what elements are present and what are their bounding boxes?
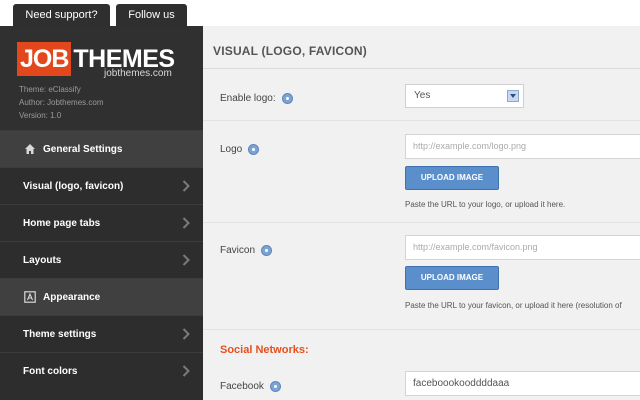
logo-label-text: Logo xyxy=(220,144,243,155)
sidebar-section-appearance[interactable]: Appearance xyxy=(0,278,203,315)
sidebar-item-label: Theme settings xyxy=(23,328,97,340)
theme-version: Version: 1.0 xyxy=(19,111,62,120)
enable-logo-value: Yes xyxy=(414,90,431,101)
sidebar-item-font-colors[interactable]: Font colors xyxy=(0,352,203,389)
sidebar-item-visual[interactable]: Visual (logo, favicon) xyxy=(0,167,203,204)
sidebar-item-label: Layouts xyxy=(23,254,62,266)
sidebar-item-layouts[interactable]: Layouts xyxy=(0,241,203,278)
appearance-icon xyxy=(24,291,36,303)
chevron-right-icon xyxy=(182,365,190,377)
sidebar-item-home-page-tabs[interactable]: Home page tabs xyxy=(0,204,203,241)
theme-name: Theme: eClassify xyxy=(19,85,81,94)
upload-favicon-button[interactable]: UPLOAD IMAGE xyxy=(405,266,499,290)
enable-logo-select[interactable]: Yes xyxy=(405,84,524,108)
help-icon[interactable] xyxy=(269,381,281,392)
enable-logo-label-text: Enable logo: xyxy=(220,93,276,104)
help-icon[interactable] xyxy=(281,93,293,104)
enable-logo-label: Enable logo: xyxy=(220,93,293,104)
social-networks-heading: Social Networks: xyxy=(220,344,309,356)
chevron-right-icon xyxy=(182,217,190,229)
sidebar-item-label: Font colors xyxy=(23,365,78,377)
favicon-url-input[interactable]: http://example.com/favicon.png xyxy=(405,235,640,260)
facebook-label: Facebook xyxy=(220,381,281,392)
row-divider xyxy=(203,120,640,121)
row-divider xyxy=(203,329,640,330)
facebook-label-text: Facebook xyxy=(220,381,264,392)
logo-url-input[interactable]: http://example.com/logo.png xyxy=(405,134,640,159)
favicon-label: Favicon xyxy=(220,245,273,256)
home-icon xyxy=(25,144,35,154)
sidebar-item-theme-settings[interactable]: Theme settings xyxy=(0,315,203,352)
chevron-down-icon[interactable] xyxy=(507,90,519,102)
favicon-label-text: Favicon xyxy=(220,245,256,256)
chevron-right-icon xyxy=(182,328,190,340)
settings-panel: VISUAL (LOGO, FAVICON) Enable logo: Yes … xyxy=(203,26,640,400)
row-divider xyxy=(203,222,640,223)
help-icon[interactable] xyxy=(261,245,273,256)
chevron-right-icon xyxy=(182,180,190,192)
logo-site-url: jobthemes.com xyxy=(104,68,172,79)
sidebar: JOB THEMES jobthemes.com Theme: eClassif… xyxy=(0,26,203,400)
logo-job-text: JOB xyxy=(17,42,72,76)
page-title: VISUAL (LOGO, FAVICON) xyxy=(213,44,367,58)
top-bar: Need support? Follow us xyxy=(0,0,640,26)
logo-hint: Paste the URL to your logo, or upload it… xyxy=(405,200,566,209)
facebook-input[interactable]: faceboookooddddaaa xyxy=(405,371,640,396)
upload-logo-button[interactable]: UPLOAD IMAGE xyxy=(405,166,499,190)
sidebar-item-label: Visual (logo, favicon) xyxy=(23,180,124,192)
need-support-tab[interactable]: Need support? xyxy=(13,4,110,26)
favicon-hint: Paste the URL to your favicon, or upload… xyxy=(405,301,622,310)
sidebar-section-label: Appearance xyxy=(43,291,101,303)
help-icon[interactable] xyxy=(248,144,260,155)
title-divider xyxy=(203,68,640,69)
sidebar-section-general-settings[interactable]: General Settings xyxy=(0,130,203,167)
brand-panel: JOB THEMES jobthemes.com Theme: eClassif… xyxy=(0,26,203,130)
logo-label: Logo xyxy=(220,144,260,155)
sidebar-section-label: General Settings xyxy=(43,143,123,155)
chevron-right-icon xyxy=(182,254,190,266)
theme-author: Author: Jobthemes.com xyxy=(19,98,104,107)
sidebar-item-label: Home page tabs xyxy=(23,217,101,229)
follow-us-tab[interactable]: Follow us xyxy=(116,4,187,26)
